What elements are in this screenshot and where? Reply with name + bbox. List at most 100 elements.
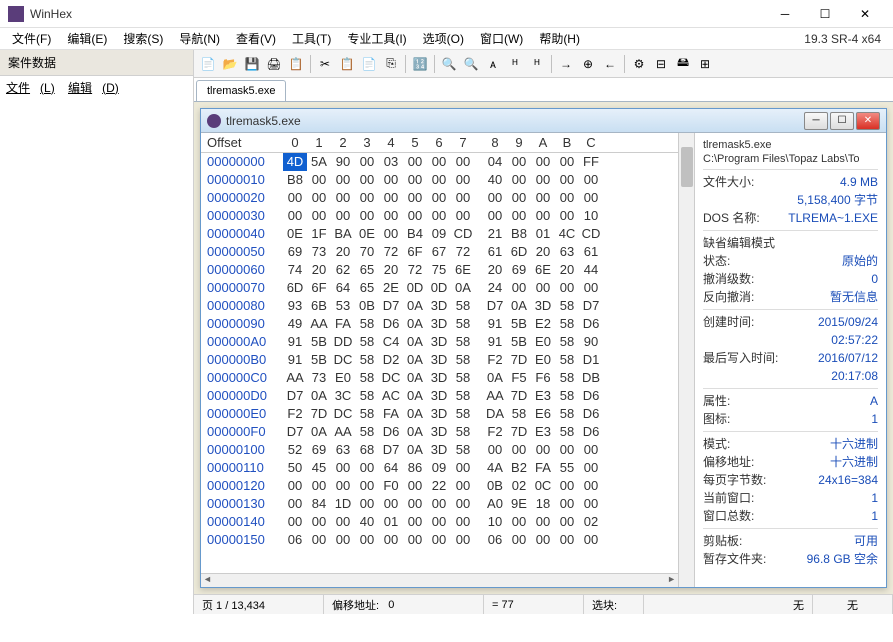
hex-byte[interactable]: 3D xyxy=(427,423,451,441)
hex-byte[interactable]: 00 xyxy=(427,171,451,189)
hex-byte[interactable]: 00 xyxy=(507,513,531,531)
hex-byte[interactable]: 04 xyxy=(483,153,507,171)
hex-byte[interactable]: E0 xyxy=(531,333,555,351)
toolbar-button-25[interactable]: 🖴 xyxy=(673,54,693,74)
hex-byte[interactable]: 5B xyxy=(307,351,331,369)
hex-byte[interactable]: 58 xyxy=(555,297,579,315)
hex-byte[interactable]: 00 xyxy=(531,441,555,459)
hex-byte[interactable]: 3C xyxy=(331,387,355,405)
hex-byte[interactable]: 02 xyxy=(507,477,531,495)
hex-byte[interactable]: 00 xyxy=(307,477,331,495)
menu-file[interactable]: 文件(F) xyxy=(4,28,59,49)
hex-byte[interactable]: 9E xyxy=(507,495,531,513)
hex-byte[interactable]: F2 xyxy=(483,423,507,441)
hex-byte[interactable]: 0A xyxy=(403,297,427,315)
hex-byte[interactable]: D1 xyxy=(579,351,603,369)
hex-byte[interactable]: 00 xyxy=(507,153,531,171)
hex-byte[interactable]: 00 xyxy=(555,513,579,531)
hex-byte[interactable]: 00 xyxy=(403,513,427,531)
hex-byte[interactable]: 0A xyxy=(403,423,427,441)
hex-byte[interactable]: D6 xyxy=(579,387,603,405)
hex-byte[interactable]: 24 xyxy=(483,279,507,297)
hex-byte[interactable]: D7 xyxy=(379,441,403,459)
toolbar-button-17[interactable]: ᴴ xyxy=(527,54,547,74)
hex-byte[interactable]: 0A xyxy=(403,315,427,333)
hex-byte[interactable]: AA xyxy=(283,369,307,387)
hex-byte[interactable]: 58 xyxy=(507,405,531,423)
hex-byte[interactable]: 3D xyxy=(427,333,451,351)
hex-byte[interactable]: 00 xyxy=(283,207,307,225)
hex-byte[interactable]: 6E xyxy=(451,261,475,279)
hex-byte[interactable]: 58 xyxy=(451,441,475,459)
hex-byte[interactable]: 6F xyxy=(307,279,331,297)
hex-byte[interactable]: 58 xyxy=(555,351,579,369)
hex-byte[interactable]: 00 xyxy=(331,513,355,531)
hex-byte[interactable]: 65 xyxy=(355,261,379,279)
maximize-button[interactable]: ☐ xyxy=(805,0,845,28)
toolbar-button-23[interactable]: ⚙ xyxy=(629,54,649,74)
hex-byte[interactable]: 6B xyxy=(307,297,331,315)
toolbar-button-6[interactable]: ✂ xyxy=(315,54,335,74)
hex-byte[interactable]: DB xyxy=(579,369,603,387)
hex-byte[interactable]: 69 xyxy=(307,441,331,459)
hex-byte[interactable]: 00 xyxy=(579,441,603,459)
hex-byte[interactable]: 68 xyxy=(355,441,379,459)
hex-byte[interactable]: 22 xyxy=(427,477,451,495)
hex-byte[interactable]: 00 xyxy=(307,189,331,207)
hex-byte[interactable]: E0 xyxy=(331,369,355,387)
hex-byte[interactable]: 7D xyxy=(507,423,531,441)
hex-byte[interactable]: 00 xyxy=(403,495,427,513)
hex-byte[interactable]: 3D xyxy=(531,297,555,315)
hex-byte[interactable]: 00 xyxy=(379,207,403,225)
hex-byte[interactable]: 0A xyxy=(403,405,427,423)
child-close-button[interactable]: ✕ xyxy=(856,112,880,130)
hex-byte[interactable]: 00 xyxy=(451,153,475,171)
hex-byte[interactable]: 00 xyxy=(355,459,379,477)
hex-byte[interactable]: CD xyxy=(451,225,475,243)
hex-byte[interactable]: 2E xyxy=(379,279,403,297)
hex-byte[interactable]: B2 xyxy=(507,459,531,477)
hex-byte[interactable]: 00 xyxy=(579,189,603,207)
hex-byte[interactable]: 20 xyxy=(379,261,403,279)
hex-byte[interactable]: 7D xyxy=(507,387,531,405)
hex-byte[interactable]: 00 xyxy=(331,207,355,225)
menu-search[interactable]: 搜索(S) xyxy=(115,28,171,49)
hex-byte[interactable]: 73 xyxy=(307,243,331,261)
hex-byte[interactable]: 01 xyxy=(379,513,403,531)
hex-byte[interactable]: 00 xyxy=(531,171,555,189)
hex-byte[interactable]: 75 xyxy=(427,261,451,279)
hex-byte[interactable]: 00 xyxy=(403,153,427,171)
hex-byte[interactable]: D6 xyxy=(579,315,603,333)
menu-help[interactable]: 帮助(H) xyxy=(531,28,588,49)
hex-byte[interactable]: 6D xyxy=(507,243,531,261)
hex-byte[interactable]: 5B xyxy=(507,315,531,333)
hex-byte[interactable]: 00 xyxy=(579,531,603,549)
hex-byte[interactable]: E3 xyxy=(531,423,555,441)
hex-byte[interactable]: 74 xyxy=(283,261,307,279)
hex-byte[interactable]: 00 xyxy=(403,171,427,189)
hex-byte[interactable]: 5B xyxy=(507,333,531,351)
hex-byte[interactable]: 72 xyxy=(379,243,403,261)
hex-byte[interactable]: 58 xyxy=(451,333,475,351)
hex-byte[interactable]: 06 xyxy=(283,531,307,549)
hex-byte[interactable]: 7D xyxy=(307,405,331,423)
hex-byte[interactable]: 00 xyxy=(483,207,507,225)
hex-byte[interactable]: 00 xyxy=(403,531,427,549)
hex-byte[interactable]: 00 xyxy=(507,441,531,459)
hex-byte[interactable]: 06 xyxy=(483,531,507,549)
hex-byte[interactable]: 0A xyxy=(451,279,475,297)
menu-protools[interactable]: 专业工具(I) xyxy=(339,28,414,49)
hex-byte[interactable]: 01 xyxy=(531,225,555,243)
toolbar-button-13[interactable]: 🔍 xyxy=(439,54,459,74)
hex-byte[interactable]: 00 xyxy=(379,225,403,243)
hex-byte[interactable]: 63 xyxy=(331,441,355,459)
hex-byte[interactable]: 44 xyxy=(579,261,603,279)
hex-byte[interactable]: 00 xyxy=(507,171,531,189)
hex-byte[interactable]: 09 xyxy=(427,459,451,477)
hex-byte[interactable]: 91 xyxy=(483,315,507,333)
hex-byte[interactable]: 61 xyxy=(579,243,603,261)
hex-byte[interactable]: 4C xyxy=(555,225,579,243)
hex-byte[interactable]: 0A xyxy=(483,369,507,387)
hex-byte[interactable]: 0A xyxy=(307,423,331,441)
hex-byte[interactable]: 00 xyxy=(451,531,475,549)
